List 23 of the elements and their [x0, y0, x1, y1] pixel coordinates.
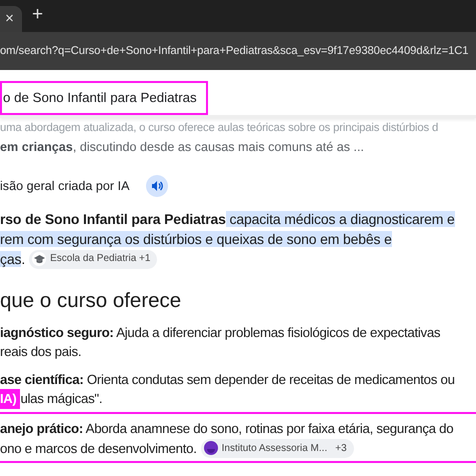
list-item-text: ulas mágicas".	[20, 390, 102, 408]
speaker-button[interactable]	[146, 175, 168, 197]
list-item-text: iagnóstico seguro: Ajuda a diferenciar problemas fisiológicos de expectativas	[0, 324, 440, 342]
source-chip[interactable]: Instituto Assessoria M... +3	[200, 438, 354, 458]
cap-icon	[32, 252, 46, 266]
summary-text: rem com segurança os distúrbios e queixas de sono em bebês e	[0, 230, 392, 249]
overview-label: isão geral criada por IA	[0, 178, 130, 195]
snippet-text: uma abordagem atualizada, o curso oferece aulas teóricas sobre os principais distúrbios d	[0, 121, 440, 136]
list-item-text: ono e marcos de desenvolvimento.	[0, 440, 197, 458]
new-tab-button[interactable]: +	[29, 4, 46, 26]
section-heading: que o curso oferece	[0, 289, 182, 314]
list-item-text: ase científica: Orienta condutas sem depender de receitas de medicamentos ou	[0, 370, 455, 389]
annotation-tag: IA)	[0, 389, 20, 410]
source-chip[interactable]: Escola da Pediatria +1	[29, 250, 158, 268]
circle-logo-icon	[204, 441, 218, 456]
list-item-text: anejo prático: Aborda anamnese do sono, rotinas por faixa etária, segurança do	[0, 420, 454, 438]
summary-text: ças.	[0, 250, 26, 269]
search-field[interactable]: o de Sono Infantil para Pediatras	[0, 81, 208, 115]
snippet-text: em crianças, discutindo desde as causas mais comuns até as ...	[0, 139, 366, 156]
list-item-text: reais dos pais.	[0, 343, 82, 362]
speaker-icon	[150, 180, 163, 192]
close-tab-button[interactable]: ×	[0, 6, 22, 32]
summary-text: rso de Sono Infantil para Pediatras capacita médicos a diagnosticarem e	[0, 210, 455, 229]
